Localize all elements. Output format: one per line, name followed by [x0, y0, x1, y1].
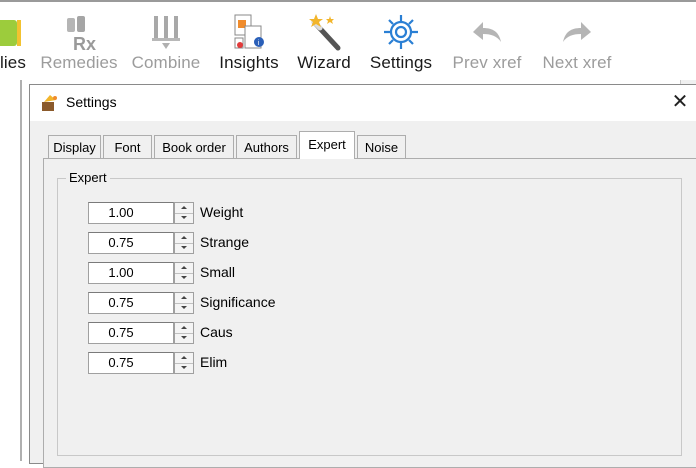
tab-panel-expert: Expert 1.00 Weight 0.75 Strange 1.00 Sma… — [43, 158, 696, 468]
toolbar-label: Insights — [219, 53, 279, 72]
caus-label: Caus — [200, 324, 233, 340]
tab-book-order[interactable]: Book order — [154, 135, 234, 159]
strange-spinbox-input[interactable]: 0.75 — [88, 232, 174, 254]
small-spin-buttons — [174, 262, 194, 284]
tab-noise[interactable]: Noise — [357, 135, 406, 159]
spin-down-arrow-icon[interactable] — [175, 213, 193, 223]
toolbar-button-next-xref[interactable]: Next xref — [535, 8, 619, 76]
toolbar-button-wizard[interactable]: Wizard — [291, 8, 357, 76]
toolbar-label: Combine — [131, 53, 201, 72]
toolbar-button-remedies[interactable]: Rx Remedies — [38, 8, 120, 76]
tab-authors[interactable]: Authors — [236, 135, 297, 159]
strange-label: Strange — [200, 234, 250, 250]
background-pane-divider — [20, 80, 22, 461]
tab-font[interactable]: Font — [103, 135, 152, 159]
toolbar-label: Wizard — [297, 53, 351, 72]
small-label: Small — [200, 264, 236, 280]
strange-spin-buttons — [174, 232, 194, 254]
significance-label: Significance — [200, 294, 276, 310]
elim-label: Elim — [200, 354, 228, 370]
toolbar-button-settings[interactable]: Settings — [362, 8, 440, 76]
toolbar-label: lies — [0, 53, 26, 72]
toolbar-label: Settings — [369, 53, 433, 72]
magic-wand-icon — [309, 14, 341, 51]
significance-spinbox-input[interactable]: 0.75 — [88, 292, 174, 314]
spin-down-arrow-icon[interactable] — [175, 303, 193, 313]
spin-down-arrow-icon[interactable] — [175, 273, 193, 283]
toolbar-button-prev-xref[interactable]: Prev xref — [446, 8, 528, 76]
documents-info-icon: i — [234, 14, 264, 49]
elim-spin-buttons — [174, 352, 194, 374]
toolbar-button-lies[interactable]: lies — [0, 8, 36, 76]
toolbar-button-insights[interactable]: i Insights — [212, 8, 286, 76]
spin-down-arrow-icon[interactable] — [175, 363, 193, 373]
expert-groupbox: Expert 1.00 Weight 0.75 Strange 1.00 Sma… — [57, 170, 682, 456]
weight-spinbox-input[interactable]: 1.00 — [88, 202, 174, 224]
toolbar-label: Next xref — [542, 53, 612, 72]
app-icon — [42, 95, 57, 111]
toolbar-label: Remedies — [40, 53, 118, 72]
dialog-titlebar[interactable]: Settings ✕ — [30, 85, 696, 121]
weight-spin-buttons — [174, 202, 194, 224]
tab-expert[interactable]: Expert — [299, 131, 355, 159]
main-toolbar: lies Rx Remedies Combine i Insights Wiza… — [0, 0, 696, 80]
spin-down-arrow-icon[interactable] — [175, 243, 193, 253]
significance-spin-buttons — [174, 292, 194, 314]
svg-text:Rx: Rx — [73, 34, 96, 52]
rx-bottles-icon: Rx — [67, 16, 96, 52]
spin-down-arrow-icon[interactable] — [175, 333, 193, 343]
tab-display[interactable]: Display — [48, 135, 101, 159]
colored-square-icon — [0, 20, 21, 46]
gear-icon — [384, 15, 418, 49]
elim-spinbox-input[interactable]: 0.75 — [88, 352, 174, 374]
weight-label: Weight — [200, 204, 244, 220]
caus-spinbox-input[interactable]: 0.75 — [88, 322, 174, 344]
toolbar-button-combine[interactable]: Combine — [127, 8, 205, 76]
settings-dialog: Settings ✕ Display Font Book order Autho… — [29, 84, 696, 468]
dialog-title: Settings — [66, 94, 117, 110]
redo-arrow-icon — [563, 22, 591, 42]
undo-arrow-icon — [473, 22, 501, 42]
combine-tubes-icon — [152, 16, 180, 49]
toolbar-label: Prev xref — [452, 53, 522, 72]
small-spinbox-input[interactable]: 1.00 — [88, 262, 174, 284]
caus-spin-buttons — [174, 322, 194, 344]
groupbox-title: Expert — [66, 170, 110, 185]
close-button[interactable]: ✕ — [662, 85, 696, 121]
